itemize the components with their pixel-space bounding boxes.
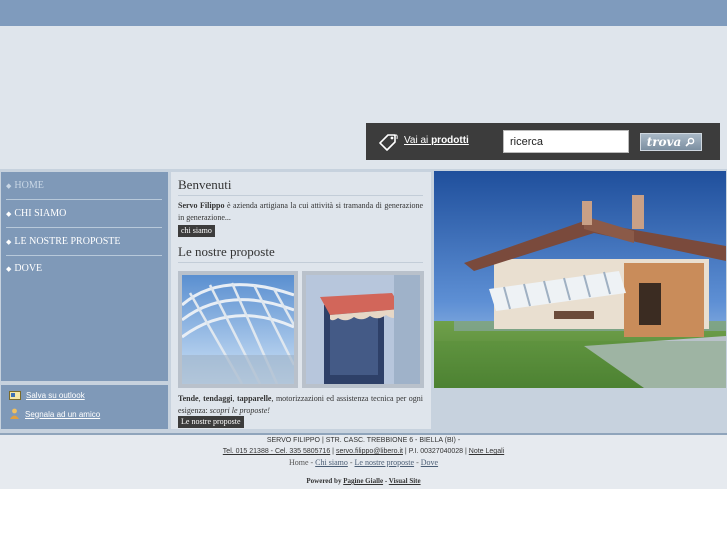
top-band bbox=[0, 0, 727, 26]
footer-powered: Powered by Pagine Gialle - Visual Site bbox=[306, 477, 421, 485]
proposals-word: tendaggi bbox=[203, 394, 233, 403]
footer-vat: P.I. 00327040028 bbox=[408, 448, 464, 455]
proposals-paragraph: Tende, tendaggi, tapparelle, motorizzazi… bbox=[178, 394, 423, 415]
footer-address: SERVO FILIPPO | STR. CASC. TREBBIONE 6 -… bbox=[266, 437, 461, 444]
footer-contacts: Tel. 015 21388 - Cel. 335 5805716 | serv… bbox=[222, 448, 505, 455]
sidebar-nav: ◆ HOME ◆ CHI SIAMO ◆ LE NOSTRE PROPOSTE ◆ DO… bbox=[1, 172, 168, 381]
thumb-pergola[interactable] bbox=[178, 271, 298, 388]
proposals-button[interactable]: Le nostre proposte bbox=[178, 416, 244, 428]
footer-link-about[interactable]: Chi siamo bbox=[315, 458, 348, 467]
nav-item-chi-siamo[interactable]: ◆ CHI SIAMO bbox=[6, 200, 162, 227]
proposals-title: Le nostre proposte bbox=[178, 244, 275, 259]
content-panel: Benvenuti Servo Filippo è azienda artigi… bbox=[171, 172, 431, 429]
search-bar: Vai ai prodotti trova bbox=[366, 123, 720, 160]
tell-friend-link[interactable]: Segnala ad un amico bbox=[9, 408, 100, 420]
nav-item-label: CHI SIAMO bbox=[14, 208, 67, 219]
bullet-icon: ◆ bbox=[6, 264, 12, 273]
footer-links: Home - Chi siamo - Le nostre proposte - … bbox=[288, 458, 439, 467]
bullet-icon: ◆ bbox=[6, 181, 12, 190]
nav-item-dove[interactable]: ◆ DOVE bbox=[6, 255, 162, 282]
footer-link-home[interactable]: Home bbox=[289, 458, 309, 467]
footer-link-where[interactable]: Dove bbox=[421, 458, 438, 467]
footer-link-proposals[interactable]: Le nostre proposte bbox=[355, 458, 415, 467]
about-button[interactable]: chi siamo bbox=[178, 225, 215, 237]
pergola-image bbox=[182, 275, 294, 384]
person-icon bbox=[10, 408, 19, 419]
nav-item-label: HOME bbox=[14, 180, 44, 191]
save-outlook-label: Salva su outlook bbox=[26, 391, 85, 400]
search-button-label: trova bbox=[646, 135, 682, 149]
footer-phone-link[interactable]: Tel. 015 21388 - Cel. 335 5805716 bbox=[223, 448, 330, 455]
nav-item-label: LE NOSTRE PROPOSTE bbox=[14, 236, 121, 247]
proposals-word: Tende bbox=[178, 394, 199, 403]
discover-link[interactable]: scopri le proposte! bbox=[210, 406, 270, 415]
products-link-bold: prodotti bbox=[431, 135, 469, 146]
search-button[interactable]: trova bbox=[640, 133, 702, 151]
tell-friend-label: Segnala ad un amico bbox=[25, 409, 101, 419]
proposals-word: tapparelle bbox=[236, 394, 272, 403]
welcome-title: Benvenuti bbox=[178, 177, 232, 192]
save-outlook-link[interactable]: Salva su outlook bbox=[9, 391, 85, 400]
bullet-icon: ◆ bbox=[6, 209, 12, 218]
products-link-prefix: Vai ai bbox=[404, 135, 432, 146]
footer-email-link[interactable]: servo.filippo@libero.it bbox=[336, 448, 403, 455]
bullet-icon: ◆ bbox=[6, 237, 12, 246]
welcome-paragraph: Servo Filippo è azienda artigiana la cui… bbox=[178, 200, 423, 224]
hero-lower-band bbox=[434, 388, 726, 435]
pagine-gialle-link[interactable]: Pagine Gialle bbox=[343, 477, 383, 485]
nav-item-label: DOVE bbox=[14, 263, 43, 274]
powered-by-label: Powered by bbox=[306, 477, 342, 485]
title-rule bbox=[178, 262, 423, 263]
visual-site-link[interactable]: Visual Site bbox=[389, 477, 421, 485]
outlook-icon bbox=[9, 391, 21, 400]
awning-image bbox=[306, 275, 420, 384]
company-name: Servo Filippo bbox=[178, 201, 225, 210]
title-rule bbox=[178, 195, 423, 196]
thumb-awning[interactable] bbox=[302, 271, 424, 388]
footer: SERVO FILIPPO | STR. CASC. TREBBIONE 6 -… bbox=[0, 435, 727, 489]
nav-item-home[interactable]: ◆ HOME bbox=[6, 172, 162, 199]
magnifier-icon bbox=[685, 137, 695, 147]
search-input[interactable] bbox=[503, 130, 629, 153]
sidebar-tools: Salva su outlook Segnala ad un amico bbox=[1, 385, 168, 429]
tag-icon bbox=[379, 134, 398, 151]
hero-house-image bbox=[434, 171, 726, 388]
nav-item-proposte[interactable]: ◆ LE NOSTRE PROPOSTE bbox=[6, 228, 162, 255]
products-link[interactable]: Vai ai prodotti bbox=[404, 135, 469, 146]
footer-legal-link[interactable]: Note Legali bbox=[469, 448, 504, 455]
house-image bbox=[434, 171, 726, 388]
